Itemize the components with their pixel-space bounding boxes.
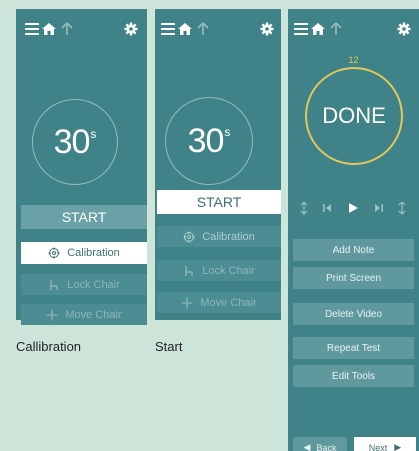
status-text: DONE	[322, 103, 386, 128]
timer-unit: s	[90, 127, 97, 141]
edit-tools-button[interactable]: Edit Tools	[293, 365, 414, 387]
calibration-button[interactable]: Calibration	[21, 242, 147, 264]
move-chair-label: Move Chair	[200, 296, 257, 309]
caption-calibration: Callibration	[16, 339, 82, 354]
delete-video-button[interactable]: Delete Video	[293, 303, 414, 325]
timer-dial: 30 s	[165, 97, 253, 185]
move-chair-button[interactable]: Move Chair	[21, 304, 147, 325]
skip-end-icon[interactable]	[396, 199, 408, 217]
step-forward-icon[interactable]	[372, 199, 386, 217]
top-bar	[155, 21, 281, 37]
timer-unit: s	[224, 125, 231, 139]
home-icon[interactable]	[41, 21, 57, 37]
home-icon[interactable]	[177, 21, 193, 37]
gear-icon[interactable]	[259, 21, 275, 37]
menu-icon[interactable]	[293, 21, 309, 37]
caption-start: Start	[155, 339, 183, 354]
gear-icon[interactable]	[123, 21, 139, 37]
lock-chair-label: Lock Chair	[202, 264, 255, 277]
playback-controls	[288, 199, 419, 217]
crosshair-icon	[48, 247, 60, 259]
up-arrow-icon[interactable]	[59, 21, 75, 37]
top-bar	[16, 21, 147, 37]
repeat-test-label: Repeat Test	[326, 342, 381, 354]
crosshair-icon	[183, 231, 195, 243]
next-label: Next	[368, 442, 388, 451]
add-note-button[interactable]: Add Note	[293, 239, 414, 261]
play-icon[interactable]	[346, 199, 360, 217]
calibration-button[interactable]: Calibration	[157, 226, 281, 247]
done-dial: DONE	[305, 67, 403, 165]
menu-icon[interactable]	[160, 21, 176, 37]
calibration-label: Calibration	[67, 247, 120, 259]
gear-icon[interactable]	[396, 21, 412, 37]
back-label: Back	[316, 442, 337, 451]
start-button[interactable]: START	[21, 205, 147, 229]
home-icon[interactable]	[310, 21, 326, 37]
lock-chair-button[interactable]: Lock Chair	[21, 274, 147, 295]
move-chair-label: Move Chair	[65, 308, 122, 321]
start-label: START	[196, 194, 242, 210]
print-screen-label: Print Screen	[325, 272, 382, 284]
timer-dial: 30 s	[32, 99, 118, 185]
calibration-screen: 30 s START Calibration Lock Chair Move C…	[16, 9, 147, 325]
step-back-icon[interactable]	[320, 199, 334, 217]
lock-chair-label: Lock Chair	[67, 278, 120, 291]
edit-tools-label: Edit Tools	[331, 370, 376, 382]
start-screen: 30 s START Calibration Lock Chair Move C…	[155, 9, 281, 320]
start-button[interactable]: START	[157, 190, 281, 214]
add-note-label: Add Note	[332, 244, 375, 256]
top-bar	[288, 21, 419, 37]
skip-start-icon[interactable]	[298, 199, 310, 217]
print-screen-button[interactable]: Print Screen	[293, 267, 414, 289]
next-button[interactable]: Next ▶	[354, 437, 416, 451]
back-button[interactable]: ◀ Back	[293, 437, 347, 451]
delete-video-label: Delete Video	[324, 308, 383, 320]
next-arrow-icon: ▶	[394, 442, 402, 451]
back-arrow-icon: ◀	[303, 442, 311, 451]
menu-icon[interactable]	[24, 21, 40, 37]
move-icon	[46, 309, 58, 321]
calibration-label: Calibration	[202, 230, 255, 243]
frame-counter: 12	[348, 55, 359, 65]
lock-chair-button[interactable]: Lock Chair	[157, 260, 281, 281]
timer-value: 30	[53, 122, 91, 161]
chair-icon	[48, 279, 60, 291]
done-screen: 12 DONE Add Note Print Screen Delete Vid…	[288, 9, 419, 451]
move-icon	[181, 297, 193, 309]
move-chair-button[interactable]: Move Chair	[157, 292, 281, 313]
repeat-test-button[interactable]: Repeat Test	[293, 337, 414, 359]
chair-icon	[183, 265, 195, 277]
up-arrow-icon[interactable]	[328, 21, 344, 37]
start-label: START	[61, 209, 107, 225]
up-arrow-icon[interactable]	[195, 21, 211, 37]
timer-value: 30	[187, 121, 225, 160]
